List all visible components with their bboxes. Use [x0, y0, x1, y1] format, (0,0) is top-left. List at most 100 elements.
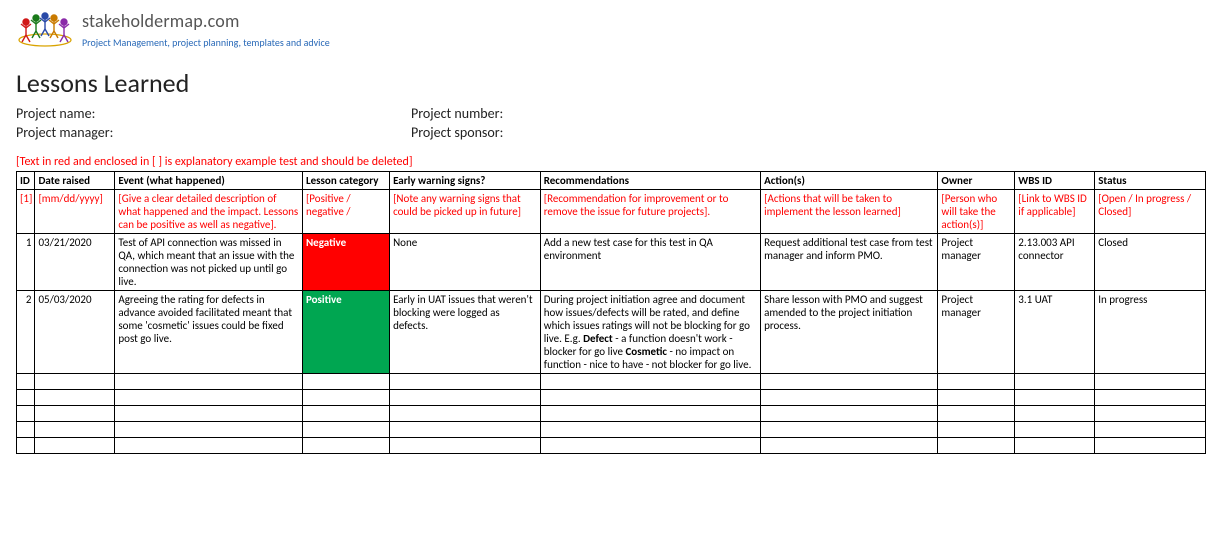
empty-cell [938, 438, 1015, 454]
col-status: Status [1095, 172, 1206, 190]
cell-status: In progress [1095, 291, 1206, 374]
empty-cell [1095, 406, 1206, 422]
cell-date: 03/21/2020 [35, 234, 115, 291]
hint-category: [Positive / negative / [302, 190, 389, 234]
empty-cell [761, 422, 938, 438]
empty-cell [390, 390, 541, 406]
empty-cell [390, 374, 541, 390]
empty-cell [1015, 390, 1095, 406]
table-row: 205/03/2020Agreeing the rating for defec… [17, 291, 1206, 374]
cell-date: 05/03/2020 [35, 291, 115, 374]
cell-status: Closed [1095, 234, 1206, 291]
empty-row [17, 374, 1206, 390]
page-title: Lessons Learned [16, 67, 1211, 99]
cell-owner: Project manager [938, 291, 1015, 374]
empty-cell [17, 406, 35, 422]
hint-id: [1] [17, 190, 35, 234]
empty-cell [35, 374, 115, 390]
empty-cell [938, 390, 1015, 406]
empty-cell [761, 390, 938, 406]
empty-cell [540, 422, 760, 438]
cell-category: Negative [302, 234, 389, 291]
col-date: Date raised [35, 172, 115, 190]
empty-cell [1015, 374, 1095, 390]
cell-wbs: 2.13.003 API connector [1015, 234, 1095, 291]
site-tagline: Project Management, project planning, te… [82, 36, 330, 49]
empty-cell [17, 374, 35, 390]
logo-people-icon [16, 10, 74, 48]
empty-cell [938, 422, 1015, 438]
hint-event: [Give a clear detailed description of wh… [115, 190, 303, 234]
empty-cell [761, 374, 938, 390]
empty-row [17, 438, 1206, 454]
empty-cell [390, 438, 541, 454]
explanatory-note: [Text in red and enclosed in [ ] is expl… [16, 155, 1211, 169]
hint-recommendations: [Recommendation for improvement or to re… [540, 190, 760, 234]
cell-actions: Share lesson with PMO and suggest amende… [761, 291, 938, 374]
hint-wbs: [Link to WBS ID if applicable] [1015, 190, 1095, 234]
empty-row [17, 406, 1206, 422]
col-warn: Early warning signs? [390, 172, 541, 190]
cell-category: Positive [302, 291, 389, 374]
cell-id: 2 [17, 291, 35, 374]
hint-warning: [Note any warning signs that could be pi… [390, 190, 541, 234]
empty-cell [540, 374, 760, 390]
col-owner: Owner [938, 172, 1015, 190]
meta-row-2: Project manager: Project sponsor: [16, 124, 1211, 141]
cell-recommendations: During project initiation agree and docu… [540, 291, 760, 374]
empty-cell [302, 374, 389, 390]
cell-owner: Project manager [938, 234, 1015, 291]
empty-cell [17, 422, 35, 438]
branding-header: stakeholdermap.com Project Management, p… [16, 10, 1211, 49]
lessons-table: ID Date raised Event (what happened) Les… [16, 171, 1206, 454]
empty-cell [761, 438, 938, 454]
project-name-label: Project name: [16, 105, 411, 122]
site-name: stakeholdermap.com [82, 10, 330, 32]
cell-id: 1 [17, 234, 35, 291]
meta-row-1: Project name: Project number: [16, 105, 1211, 122]
empty-cell [1095, 438, 1206, 454]
empty-cell [115, 438, 303, 454]
hint-status: [Open / In progress / Closed] [1095, 190, 1206, 234]
hint-row: [1][mm/dd/yyyy][Give a clear detailed de… [17, 190, 1206, 234]
empty-cell [1015, 422, 1095, 438]
project-sponsor-label: Project sponsor: [411, 124, 503, 141]
col-event: Event (what happened) [115, 172, 303, 190]
hint-owner: [Person who will take the action(s)] [938, 190, 1015, 234]
empty-cell [115, 390, 303, 406]
empty-cell [302, 390, 389, 406]
cell-event: Agreeing the rating for defects in advan… [115, 291, 303, 374]
empty-cell [35, 390, 115, 406]
project-number-label: Project number: [411, 105, 503, 122]
table-header-row: ID Date raised Event (what happened) Les… [17, 172, 1206, 190]
col-wbs: WBS ID [1015, 172, 1095, 190]
hint-actions: [Actions that will be taken to implement… [761, 190, 938, 234]
col-rec: Recommendations [540, 172, 760, 190]
empty-cell [1015, 406, 1095, 422]
empty-cell [115, 374, 303, 390]
hint-date: [mm/dd/yyyy] [35, 190, 115, 234]
empty-cell [302, 438, 389, 454]
empty-cell [35, 422, 115, 438]
empty-cell [1095, 374, 1206, 390]
empty-cell [540, 406, 760, 422]
empty-cell [115, 422, 303, 438]
cell-recommendations: Add a new test case for this test in QA … [540, 234, 760, 291]
col-id: ID [17, 172, 35, 190]
empty-cell [540, 438, 760, 454]
empty-cell [390, 406, 541, 422]
cell-warning: None [390, 234, 541, 291]
empty-cell [302, 422, 389, 438]
empty-cell [938, 406, 1015, 422]
empty-cell [35, 406, 115, 422]
empty-cell [302, 406, 389, 422]
empty-cell [1095, 390, 1206, 406]
empty-cell [1015, 438, 1095, 454]
col-act: Action(s) [761, 172, 938, 190]
empty-cell [761, 406, 938, 422]
empty-cell [390, 422, 541, 438]
empty-cell [1095, 422, 1206, 438]
empty-cell [115, 406, 303, 422]
cell-warning: Early in UAT issues that weren't blockin… [390, 291, 541, 374]
cell-event: Test of API connection was missed in QA,… [115, 234, 303, 291]
